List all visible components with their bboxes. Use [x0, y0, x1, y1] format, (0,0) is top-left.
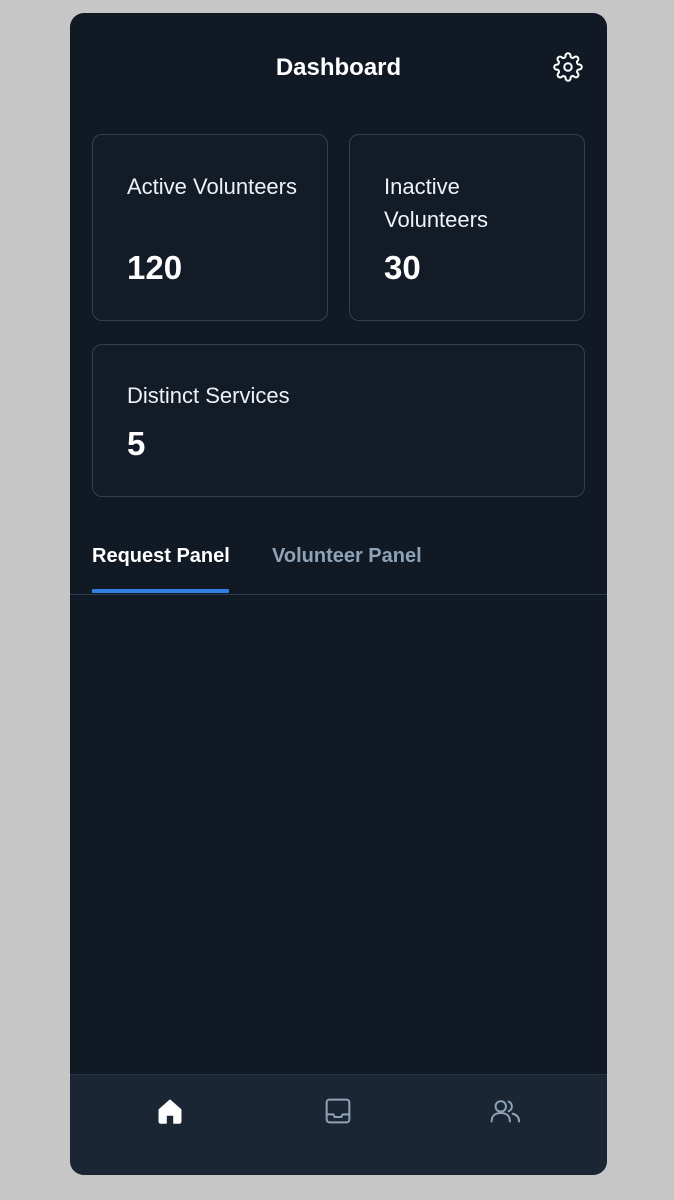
active-volunteers-count: 120 [127, 249, 183, 286]
distinct-services-card: Distinct Services 5 [92, 344, 585, 497]
active-volunteers-label: Active Volunteers [127, 174, 297, 199]
gear-icon[interactable] [553, 52, 583, 82]
inactive-volunteers-card: Inactive Volunteers 30 [349, 134, 585, 321]
active-tab-indicator [92, 589, 229, 593]
bottom-navigation [70, 1074, 607, 1175]
inactive-volunteers-label: Inactive Volunteers [384, 174, 488, 232]
users-icon[interactable] [489, 1095, 521, 1127]
header: Dashboard [70, 13, 607, 123]
inbox-icon[interactable] [322, 1095, 354, 1127]
page-title: Dashboard [275, 54, 402, 81]
app-screen: Dashboard Active Volunteers 120 Inactive… [70, 13, 607, 1175]
tab-request-panel[interactable]: Request Panel [92, 543, 230, 569]
active-volunteers-card: Active Volunteers 120 [92, 134, 328, 321]
inactive-volunteers-count: 30 [384, 249, 421, 286]
distinct-services-label: Distinct Services [127, 383, 290, 408]
panel-tabs: Request Panel Volunteer Panel [70, 533, 607, 595]
home-icon[interactable] [154, 1095, 186, 1127]
tab-volunteer-panel[interactable]: Volunteer Panel [272, 543, 422, 569]
distinct-services-count: 5 [127, 425, 146, 462]
